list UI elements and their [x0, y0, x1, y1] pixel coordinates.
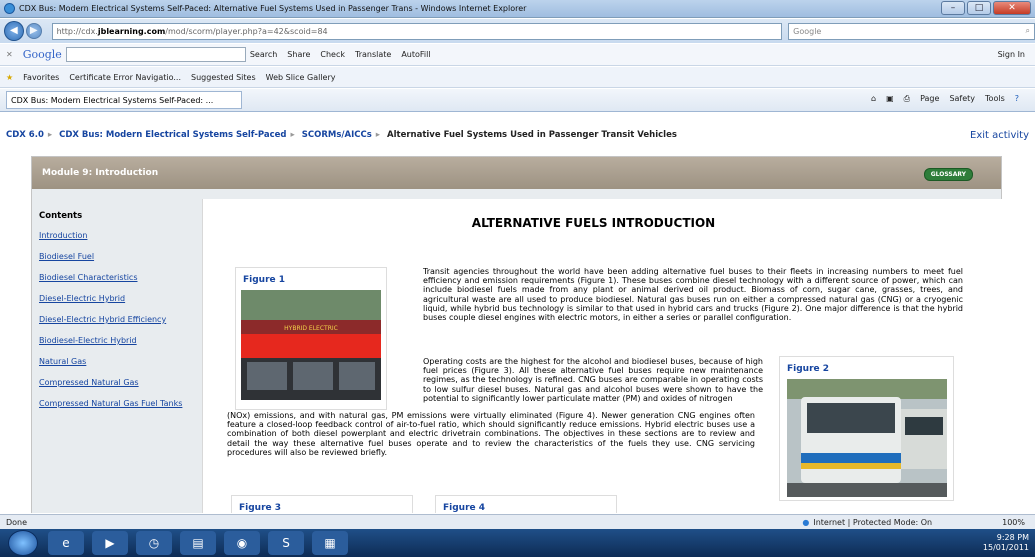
contents-item-biodiesel-electric-hybrid[interactable]: Biodiesel-Electric Hybrid: [39, 336, 194, 346]
url-prefix: http://cdx.: [56, 26, 98, 36]
url-domain: jblearning.com: [97, 26, 166, 36]
gbar-translate[interactable]: Translate: [355, 50, 391, 59]
gbar-share[interactable]: Share: [287, 50, 310, 59]
search-placeholder: Google: [793, 26, 822, 36]
chrome-taskbar-icon[interactable]: ◉: [224, 531, 260, 555]
google-toolbar: ✕ Google Search Share Check Translate Au…: [0, 44, 1035, 66]
gbar-search[interactable]: Search: [250, 50, 277, 59]
breadcrumb: CDX 6.0 ▸ CDX Bus: Modern Electrical Syst…: [6, 130, 677, 140]
folder-taskbar-icon[interactable]: ▤: [180, 531, 216, 555]
bus-sign-text: HYBRID ELECTRIC: [284, 325, 338, 332]
bus-photo-2: [787, 379, 947, 497]
security-zone[interactable]: ● Internet | Protected Mode: On: [802, 518, 932, 527]
search-icon[interactable]: ⌕: [1026, 26, 1030, 36]
fav-certificate-error[interactable]: Certificate Error Navigatio...: [69, 73, 181, 82]
contents-item-natural-gas[interactable]: Natural Gas: [39, 357, 194, 367]
module-frame: Module 9: Introduction GLOSSARY Contents…: [31, 156, 1003, 513]
contents-item-biodiesel-characteristics[interactable]: Biodiesel Characteristics: [39, 273, 194, 283]
clock-date: 15/01/2011: [982, 543, 1029, 552]
gbar-signin[interactable]: Sign In: [998, 50, 1025, 59]
module-title: Module 9: Introduction: [42, 168, 159, 178]
window-titlebar: CDX Bus: Modern Electrical Systems Self-…: [0, 0, 1035, 18]
tools-menu[interactable]: Tools: [985, 94, 1005, 104]
fav-web-slice-gallery[interactable]: Web Slice Gallery: [266, 73, 336, 82]
start-button[interactable]: [8, 530, 38, 556]
google-logo: Google: [22, 48, 62, 61]
contents-item-cng-fuel-tanks[interactable]: Compressed Natural Gas Fuel Tanks: [39, 399, 194, 409]
figure-1-caption: Figure 1: [243, 275, 286, 285]
gbar-autofill[interactable]: AutoFill: [401, 50, 430, 59]
figure-4: Figure 4: [435, 495, 617, 513]
maximize-button[interactable]: □: [967, 1, 991, 15]
contents-item-biodiesel-fuel[interactable]: Biodiesel Fuel: [39, 252, 194, 262]
figure-4-caption: Figure 4: [443, 503, 486, 513]
print-icon[interactable]: ⎙: [904, 94, 910, 104]
taskbar: e ▶ ◷ ▤ ◉ S ▦ 9:28 PM 15/01/2011: [0, 529, 1035, 557]
clock-time: 9:28 PM: [996, 533, 1029, 542]
figure-3-caption: Figure 3: [239, 503, 282, 513]
paragraph-3: (NOx) emissions, and with natural gas, P…: [227, 411, 755, 457]
contents-heading: Contents: [39, 211, 83, 221]
figure-2-caption: Figure 2: [787, 364, 830, 374]
contents-sidebar: Contents Introduction Biodiesel Fuel Bio…: [32, 199, 199, 513]
globe-icon: ●: [802, 517, 810, 527]
safety-menu[interactable]: Safety: [949, 94, 975, 104]
favorites-bar: ★ Favorites Certificate Error Navigatio.…: [0, 67, 1035, 88]
ie-logo-icon: [4, 3, 15, 14]
figure-2: Figure 2: [779, 356, 954, 501]
zoom-level[interactable]: 100%: [1002, 518, 1025, 527]
skype-taskbar-icon[interactable]: S: [268, 531, 304, 555]
media-player-taskbar-icon[interactable]: ▶: [92, 531, 128, 555]
security-zone-text: Internet | Protected Mode: On: [813, 517, 933, 527]
ie-taskbar-icon[interactable]: e: [48, 531, 84, 555]
minimize-button[interactable]: –: [941, 1, 965, 15]
module-header: Module 9: Introduction GLOSSARY: [32, 157, 1001, 189]
command-bar: ⌂ ▣ ⎙ Page Safety Tools ?: [871, 94, 1029, 104]
exit-activity-link[interactable]: Exit activity: [970, 130, 1029, 141]
close-button[interactable]: ✕: [993, 1, 1031, 15]
close-toolbar-icon[interactable]: ✕: [6, 50, 13, 59]
home-icon[interactable]: ⌂: [871, 94, 876, 104]
article: ALTERNATIVE FUELS INTRODUCTION Figure 1 …: [202, 199, 1003, 513]
window-controls: – □ ✕: [939, 1, 1031, 15]
google-search-input[interactable]: [65, 47, 246, 62]
gbar-check[interactable]: Check: [320, 50, 345, 59]
figure-1: Figure 1 HYBRID ELECTRIC: [235, 267, 387, 410]
help-icon[interactable]: ?: [1015, 94, 1019, 104]
forward-icon[interactable]: ▶: [25, 23, 42, 39]
paragraph-1: Transit agencies throughout the world ha…: [423, 267, 963, 323]
tab-row: CDX Bus: Modern Electrical Systems Self-…: [0, 89, 1035, 112]
back-icon[interactable]: ◀: [4, 21, 24, 41]
paragraph-2: Operating costs are the highest for the …: [423, 357, 763, 403]
url-field[interactable]: http://cdx. jblearning.com/mod/scorm/play…: [51, 22, 783, 40]
breadcrumb-course[interactable]: CDX Bus: Modern Electrical Systems Self-…: [59, 130, 286, 140]
contents-item-diesel-electric-hybrid[interactable]: Diesel-Electric Hybrid: [39, 294, 194, 304]
star-icon: ★: [6, 72, 14, 82]
browser-tab[interactable]: CDX Bus: Modern Electrical Systems Self-…: [6, 91, 242, 109]
page-content: CDX 6.0 ▸ CDX Bus: Modern Electrical Syst…: [0, 113, 1035, 513]
glossary-button[interactable]: GLOSSARY: [923, 168, 973, 181]
status-text: Done: [6, 517, 28, 527]
contents-item-introduction[interactable]: Introduction: [39, 231, 194, 241]
clock-app-taskbar-icon[interactable]: ◷: [136, 531, 172, 555]
bus-photo-1: HYBRID ELECTRIC: [241, 290, 381, 400]
breadcrumb-cdx[interactable]: CDX 6.0: [6, 130, 44, 140]
address-bar: ◀ ▶ http://cdx. jblearning.com/mod/scorm/…: [0, 19, 1035, 43]
url-path: /mod/scorm/player.php?a=42&scoid=84: [165, 26, 328, 36]
page-menu[interactable]: Page: [920, 94, 939, 104]
paint-taskbar-icon[interactable]: ▦: [312, 531, 348, 555]
breadcrumb-scorms[interactable]: SCORMs/AICCs: [302, 130, 372, 140]
system-clock[interactable]: 9:28 PM 15/01/2011: [983, 533, 1029, 553]
status-bar: Done ● Internet | Protected Mode: On 100…: [0, 514, 1035, 529]
search-box[interactable]: Google ⌕: [788, 22, 1035, 40]
window-title: CDX Bus: Modern Electrical Systems Self-…: [19, 4, 527, 13]
article-title: ALTERNATIVE FUELS INTRODUCTION: [471, 216, 716, 230]
contents-item-cng[interactable]: Compressed Natural Gas: [39, 378, 194, 388]
favorites-button[interactable]: Favorites: [23, 73, 59, 82]
feeds-icon[interactable]: ▣: [886, 94, 894, 104]
fav-suggested-sites[interactable]: Suggested Sites: [191, 73, 256, 82]
contents-item-hybrid-efficiency[interactable]: Diesel-Electric Hybrid Efficiency: [39, 315, 194, 325]
figure-3: Figure 3: [231, 495, 413, 513]
breadcrumb-current: Alternative Fuel Systems Used in Passeng…: [387, 130, 677, 140]
